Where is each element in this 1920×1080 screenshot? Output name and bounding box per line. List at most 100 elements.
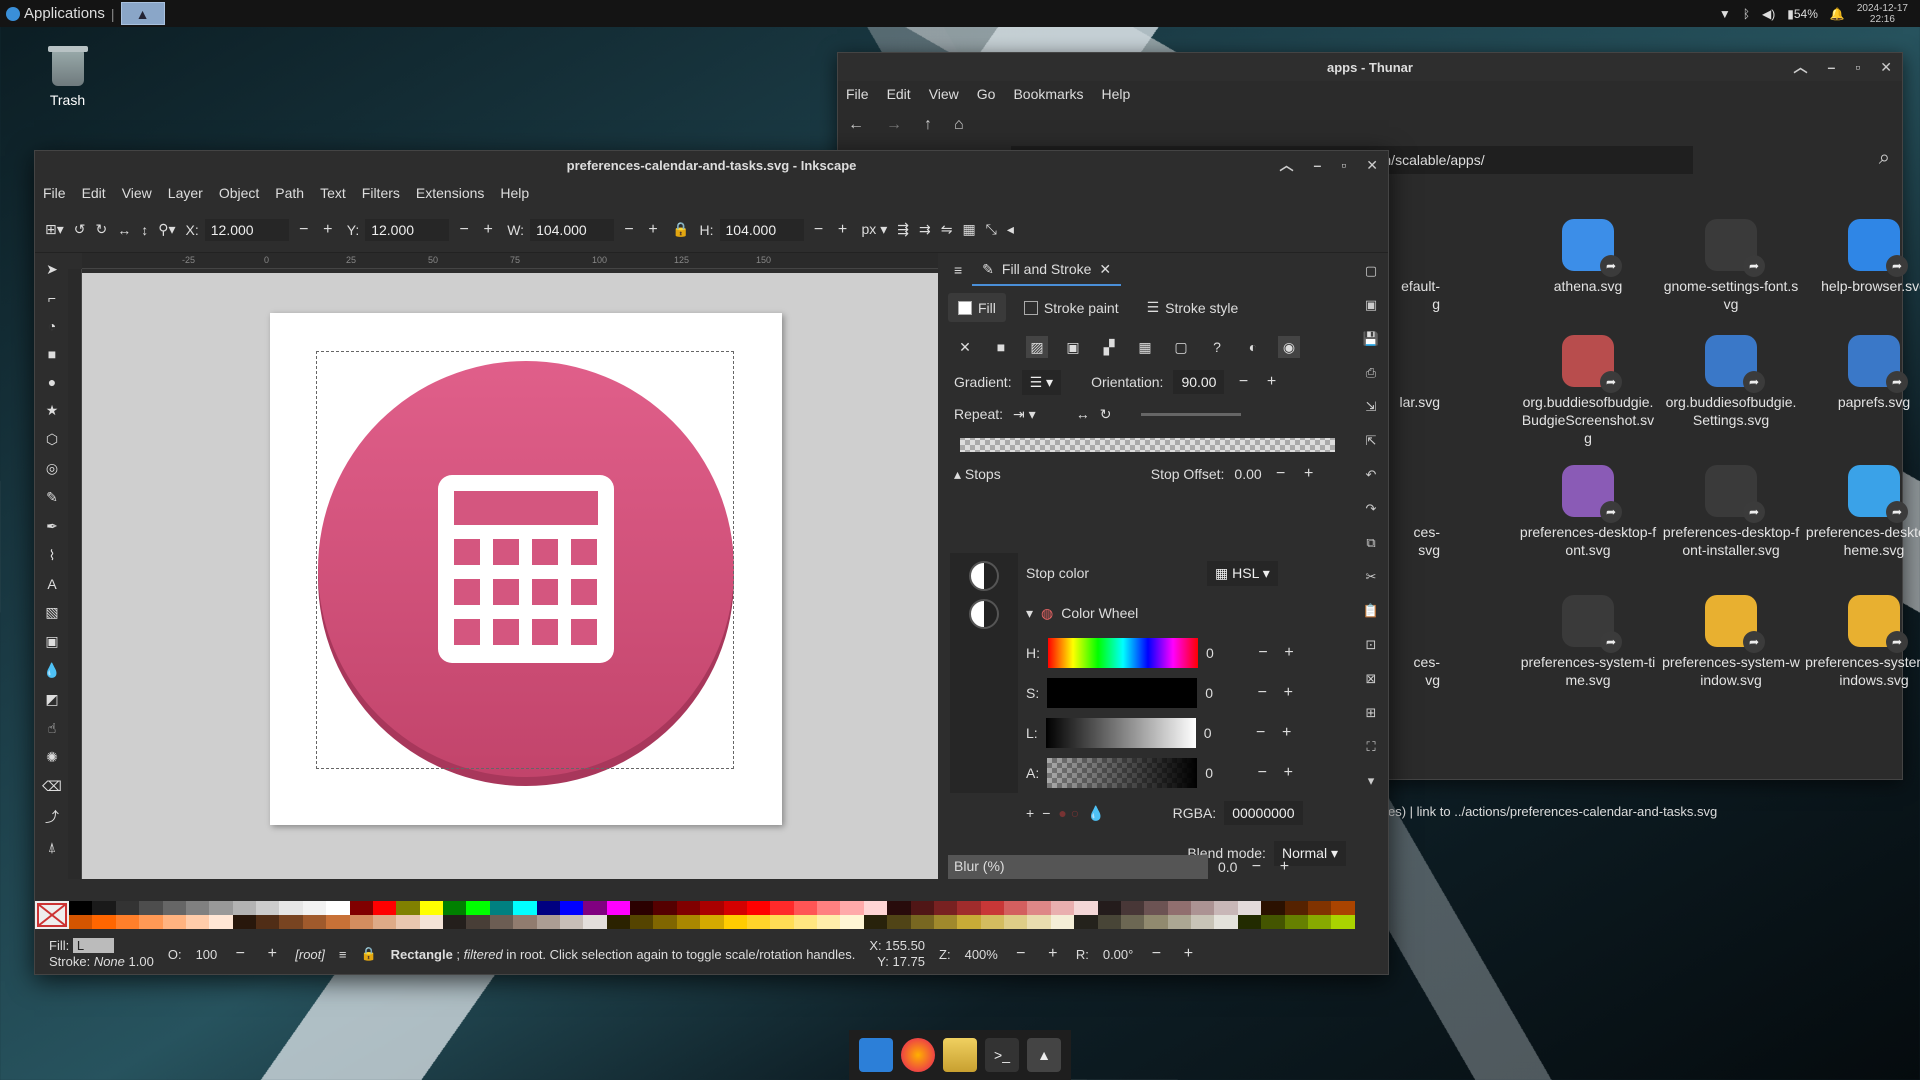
- transform-stroke-icon[interactable]: ⇶: [897, 221, 909, 238]
- color-swatch[interactable]: [1120, 915, 1145, 929]
- s-plus-button[interactable]: +: [1279, 684, 1297, 702]
- color-swatch[interactable]: [933, 901, 958, 915]
- color-swatch[interactable]: [209, 915, 233, 929]
- lock-icon[interactable]: 🔒: [672, 221, 689, 238]
- color-swatch[interactable]: [115, 901, 140, 915]
- battery-indicator[interactable]: ▮54%: [1787, 7, 1818, 21]
- zoom-fit-icon[interactable]: ⛶: [1366, 739, 1375, 755]
- color-swatch[interactable]: [139, 915, 163, 929]
- star-tool-icon[interactable]: ★: [46, 402, 59, 419]
- transform-pattern-icon[interactable]: ▦: [962, 221, 975, 238]
- file-item[interactable]: ➦ org.buddiesofbudgie.BudgieScreenshot.sv…: [1518, 335, 1658, 447]
- color-swatch[interactable]: [1097, 901, 1121, 915]
- file-item[interactable]: ➦preferences-desktop-theme.svg: [1804, 465, 1920, 559]
- select-mode-icon[interactable]: ⊞▾: [45, 221, 64, 238]
- file-item[interactable]: ➦ help-browser.svg: [1804, 219, 1920, 295]
- inkscape-maximize-icon[interactable]: ▫: [1341, 157, 1346, 173]
- color-swatch[interactable]: [185, 901, 210, 915]
- color-swatch[interactable]: [559, 915, 584, 929]
- rotate-cw-icon[interactable]: ↻: [96, 221, 108, 238]
- mesh-gradient-icon[interactable]: ▞: [1098, 336, 1120, 358]
- y-minus-button[interactable]: −: [455, 221, 473, 239]
- node-tool-icon[interactable]: ⌐: [48, 290, 56, 306]
- zoom-drawing-icon[interactable]: ⊠: [1366, 671, 1377, 687]
- color-swatch[interactable]: [630, 901, 654, 915]
- w-plus-button[interactable]: +: [644, 221, 662, 239]
- menu-object[interactable]: Object: [219, 185, 259, 201]
- home-icon[interactable]: ⌂: [954, 116, 964, 134]
- w-input[interactable]: 104.000: [530, 218, 615, 241]
- color-swatch[interactable]: [1027, 901, 1051, 915]
- search-icon[interactable]: ⌕: [1879, 147, 1890, 170]
- hue-slider[interactable]: [1048, 638, 1198, 668]
- desktop-trash[interactable]: Trash: [40, 46, 95, 108]
- export-icon[interactable]: ⇱: [1366, 433, 1377, 449]
- no-paint-icon[interactable]: ✕: [954, 336, 976, 358]
- paint-bucket-icon[interactable]: ◩: [45, 691, 58, 708]
- spiral-tool-icon[interactable]: ◎: [46, 460, 58, 477]
- more-commands-icon[interactable]: ▾: [1368, 773, 1375, 789]
- stroke-width[interactable]: 1.00: [129, 954, 154, 969]
- reverse-icon[interactable]: ↔: [1076, 406, 1090, 422]
- color-swatch[interactable]: [92, 901, 116, 915]
- menu-view[interactable]: View: [122, 185, 152, 201]
- menu-file[interactable]: File: [43, 185, 66, 201]
- volume-icon[interactable]: ◀): [1762, 7, 1775, 21]
- redo-icon[interactable]: ↷: [1366, 501, 1377, 517]
- color-swatch[interactable]: [1307, 915, 1332, 929]
- eraser-tool-icon[interactable]: ⌫: [42, 778, 62, 795]
- inkscape-task-button[interactable]: ▲: [120, 2, 165, 25]
- file-item[interactable]: ➦ preferences-system-time.svg: [1518, 595, 1658, 689]
- fill-rule-evenodd-icon[interactable]: ◐: [1242, 336, 1264, 358]
- color-swatch[interactable]: [1144, 901, 1168, 915]
- print-icon[interactable]: ⎙: [1366, 365, 1376, 381]
- file-item[interactable]: ➦preferences-system-windows.svg: [1804, 595, 1920, 689]
- zoom-selection-icon[interactable]: ⊡: [1366, 637, 1377, 653]
- clock[interactable]: 2024-12-17 22:16: [1857, 3, 1908, 25]
- color-swatch[interactable]: [887, 901, 911, 915]
- thunar-menu-help[interactable]: Help: [1102, 86, 1131, 102]
- file-item[interactable]: ➦ gnome-settings-font.svg: [1661, 219, 1801, 313]
- color-swatch[interactable]: [1074, 901, 1098, 915]
- tweak-tool-icon[interactable]: ☝: [48, 720, 57, 737]
- color-swatch[interactable]: [630, 915, 654, 929]
- file-item[interactable]: ➦ preferences-desktop-font-installer.svg: [1661, 465, 1801, 559]
- transform-gradient-icon[interactable]: ⇋: [941, 221, 953, 238]
- color-swatch[interactable]: [1191, 915, 1215, 929]
- inkscape-close-icon[interactable]: ✕: [1366, 157, 1378, 174]
- unset-paint-icon[interactable]: ?: [1206, 336, 1228, 358]
- color-swatch[interactable]: [1120, 901, 1145, 915]
- color-swatch[interactable]: [162, 901, 186, 915]
- notification-icon[interactable]: 🔔: [1830, 7, 1845, 21]
- color-swatch[interactable]: [1027, 915, 1051, 929]
- layer-menu-icon[interactable]: ≡: [339, 947, 347, 962]
- color-swatch[interactable]: [583, 915, 607, 929]
- h-plus-button[interactable]: +: [834, 221, 852, 239]
- no-color-swatch[interactable]: [35, 901, 69, 929]
- tab-stroke-style[interactable]: ☰ Stroke style: [1137, 293, 1249, 322]
- menu-edit[interactable]: Edit: [82, 185, 106, 201]
- 3dbox-tool-icon[interactable]: ⬡: [46, 431, 58, 448]
- color-swatch[interactable]: [1004, 901, 1028, 915]
- inkscape-icon[interactable]: ▲: [1027, 1038, 1061, 1072]
- color-swatch[interactable]: [700, 901, 724, 915]
- fill-indicator[interactable]: L: [72, 938, 115, 953]
- stop-offset-plus-button[interactable]: +: [1300, 465, 1318, 483]
- thunar-close-icon[interactable]: ✕: [1880, 59, 1892, 76]
- color-swatch[interactable]: [700, 915, 724, 929]
- color-swatch[interactable]: [536, 915, 560, 929]
- color-swatch[interactable]: [256, 901, 280, 915]
- l-plus-button[interactable]: +: [1278, 724, 1296, 742]
- thunar-minimize-icon[interactable]: –: [1828, 59, 1836, 75]
- h-channel-value[interactable]: 0: [1206, 645, 1246, 661]
- color-swatch[interactable]: [676, 915, 701, 929]
- eyedropper-icon[interactable]: 💧: [1087, 805, 1104, 822]
- l-channel-value[interactable]: 0: [1204, 725, 1244, 741]
- file-item[interactable]: ➦ athena.svg: [1518, 219, 1658, 295]
- orientation-minus-button[interactable]: −: [1234, 373, 1252, 391]
- rotation-minus-button[interactable]: −: [1147, 945, 1165, 963]
- thunar-menu-bookmarks[interactable]: Bookmarks: [1013, 86, 1083, 102]
- gradient-select[interactable]: ☰ ▾: [1021, 369, 1062, 395]
- stroke-indicator[interactable]: None: [94, 954, 125, 969]
- alpha-slider[interactable]: [1047, 758, 1198, 788]
